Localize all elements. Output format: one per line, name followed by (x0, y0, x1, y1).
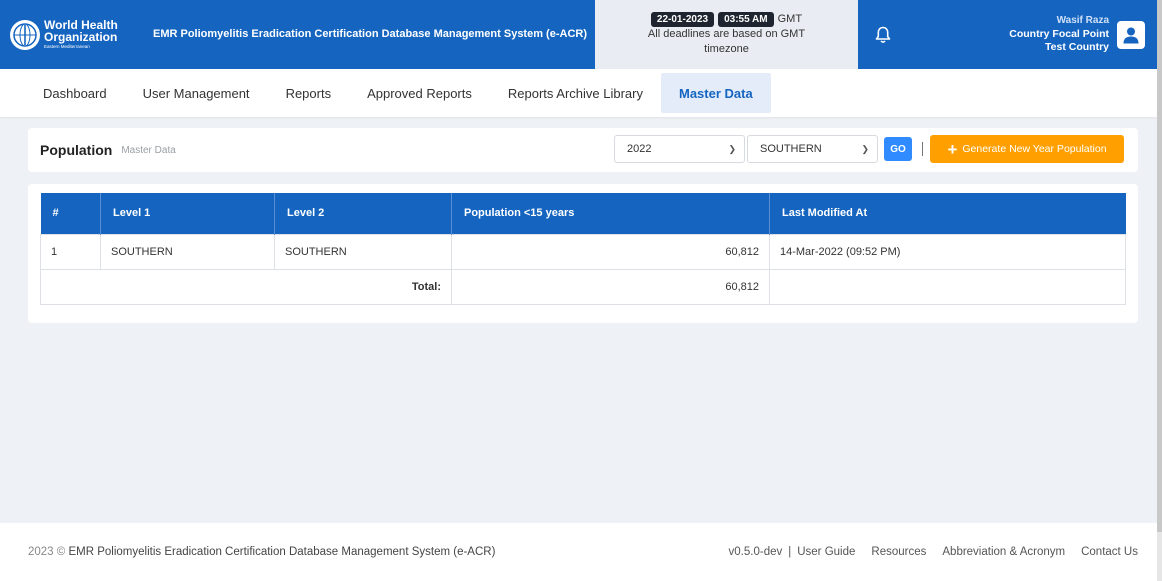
cell-index: 1 (40, 233, 101, 270)
total-value: 60,812 (451, 268, 770, 305)
table-row[interactable]: 1 SOUTHERN SOUTHERN 60,812 14-Mar-2022 (… (40, 233, 1126, 270)
chevron-down-icon: ❯ (861, 143, 869, 154)
column-header-population[interactable]: Population <15 years (451, 193, 770, 234)
footer-link-resources[interactable]: Resources (871, 546, 926, 558)
page-subtitle: Master Data (121, 144, 176, 156)
generate-new-year-population-button[interactable]: + Generate New Year Population (930, 135, 1124, 163)
main-nav: Dashboard User Management Reports Approv… (0, 69, 1157, 117)
plus-icon: + (947, 139, 958, 159)
region-select[interactable]: SOUTHERN ❯ (747, 135, 878, 163)
user-icon[interactable] (1117, 20, 1145, 49)
who-logo[interactable]: World Health Organization Eastern Medite… (0, 0, 145, 69)
user-menu[interactable]: Wasif Raza Country Focal Point Test Coun… (908, 0, 1157, 69)
column-header-level1[interactable]: Level 1 (100, 193, 275, 234)
time-panel: 22-01-2023 03:55 AM GMT All deadlines ar… (595, 0, 858, 69)
toolbar-divider (922, 142, 923, 156)
nav-reports[interactable]: Reports (268, 73, 350, 113)
column-header-index[interactable]: # (40, 193, 101, 234)
nav-reports-archive-library[interactable]: Reports Archive Library (490, 73, 661, 113)
user-role: Country Focal Point Test Country (1009, 27, 1109, 53)
footer-version: v0.5.0-dev (728, 546, 783, 558)
scrollbar-thumb[interactable] (1157, 0, 1162, 532)
nav-user-management[interactable]: User Management (125, 73, 268, 113)
time-badge: 03:55 AM (718, 11, 774, 28)
cell-level1: SOUTHERN (100, 233, 275, 270)
nav-dashboard[interactable]: Dashboard (25, 73, 125, 113)
cell-last-modified: 14-Mar-2022 (09:52 PM) (769, 233, 1126, 270)
deadline-note: All deadlines are based on GMT timezone (647, 28, 806, 56)
cell-level2: SOUTHERN (274, 233, 452, 270)
year-select[interactable]: 2022 ❯ (614, 135, 745, 163)
nav-approved-reports[interactable]: Approved Reports (349, 73, 490, 113)
column-header-level2[interactable]: Level 2 (274, 193, 452, 234)
footer-link-contact-us[interactable]: Contact Us (1081, 546, 1138, 558)
footer-link-abbreviation[interactable]: Abbreviation & Acronym (942, 546, 1065, 558)
who-globe-icon (10, 19, 40, 50)
timezone-label: GMT (777, 13, 803, 26)
chevron-down-icon: ❯ (728, 143, 736, 154)
generate-button-label: Generate New Year Population (962, 143, 1107, 155)
page-title: Population (40, 142, 113, 158)
footer-divider: | (788, 546, 792, 558)
app-footer: 2023 © EMR Poliomyelitis Eradication Cer… (0, 523, 1157, 581)
cell-population: 60,812 (451, 233, 770, 270)
app-title: EMR Poliomyelitis Eradication Certificat… (153, 27, 587, 40)
total-empty-cell (769, 268, 1126, 305)
footer-copyright-year: 2023 © (28, 546, 66, 558)
table-total-row: Total: 60,812 (40, 268, 1126, 305)
page-scrollbar[interactable] (1157, 0, 1162, 581)
date-badge: 22-01-2023 (650, 11, 715, 28)
go-button[interactable]: GO (884, 137, 912, 161)
app-header: World Health Organization Eastern Medite… (0, 0, 1157, 69)
nav-master-data[interactable]: Master Data (661, 73, 771, 113)
table-header-row: # Level 1 Level 2 Population <15 years L… (40, 193, 1126, 234)
population-table-panel: # Level 1 Level 2 Population <15 years L… (28, 184, 1138, 323)
footer-link-user-guide[interactable]: User Guide (797, 546, 855, 558)
user-name: Wasif Raza (1056, 15, 1109, 27)
bell-icon[interactable] (858, 0, 908, 69)
region-select-value: SOUTHERN (760, 143, 822, 155)
population-toolbar: Population Master Data 2022 ❯ SOUTHERN ❯… (28, 128, 1138, 172)
column-header-last-modified[interactable]: Last Modified At (769, 193, 1126, 234)
year-select-value: 2022 (627, 143, 652, 155)
population-table: # Level 1 Level 2 Population <15 years L… (40, 193, 1126, 305)
logo-text-line2: Organization (44, 30, 118, 45)
logo-text-line3: Eastern Mediterranean (44, 44, 90, 50)
total-label: Total: (40, 268, 452, 305)
footer-system-name: EMR Poliomyelitis Eradication Certificat… (68, 546, 496, 558)
